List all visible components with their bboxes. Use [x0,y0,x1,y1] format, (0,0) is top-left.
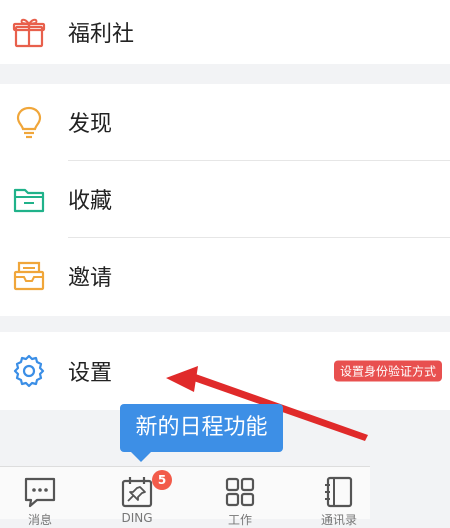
schedule-tooltip[interactable]: 新的日程功能 [120,404,283,452]
tab-messages[interactable]: 消息 [0,467,85,527]
background-strip [370,466,450,518]
menu-item-settings-label: 设置 [68,361,113,386]
tab-ding-label: DING [121,511,153,525]
tab-messages-label: 消息 [27,513,52,527]
gear-icon [13,354,45,388]
menu-item-invite-label: 邀请 [68,266,113,291]
lightbulb-icon [16,106,42,139]
menu-item-welfare-label: 福利社 [68,22,135,47]
menu-item-invite[interactable]: 邀请 [0,238,450,314]
calendar-pin-icon [121,477,153,508]
section-settings: 设置 设置身份验证方式 [0,332,450,410]
menu-item-favorites-label: 收藏 [68,189,113,214]
tab-work[interactable]: 工作 [195,467,285,527]
section-welfare: 福利社 [0,0,450,64]
menu-item-welfare[interactable]: 福利社 [0,0,450,70]
envelope-icon [13,261,45,291]
ding-count-badge: 5 [152,470,172,490]
menu-item-favorites[interactable]: 收藏 [0,161,450,237]
verification-badge[interactable]: 设置身份验证方式 [333,360,442,382]
menu-item-discover-label: 发现 [68,112,113,137]
contact-book-icon [325,476,353,508]
tab-work-label: 工作 [227,513,252,527]
section-tools: 发现 收藏 邀请 [0,84,450,316]
menu-item-settings[interactable]: 设置 设置身份验证方式 [0,333,450,409]
chat-bubble-icon [24,477,56,508]
bottom-tab-bar: 消息 DING 工作 通讯录 [0,466,370,527]
grid-icon [225,477,255,507]
folder-icon [13,188,45,213]
tooltip-pointer [131,452,151,462]
gift-icon [12,18,46,48]
menu-item-discover[interactable]: 发现 [0,84,450,160]
